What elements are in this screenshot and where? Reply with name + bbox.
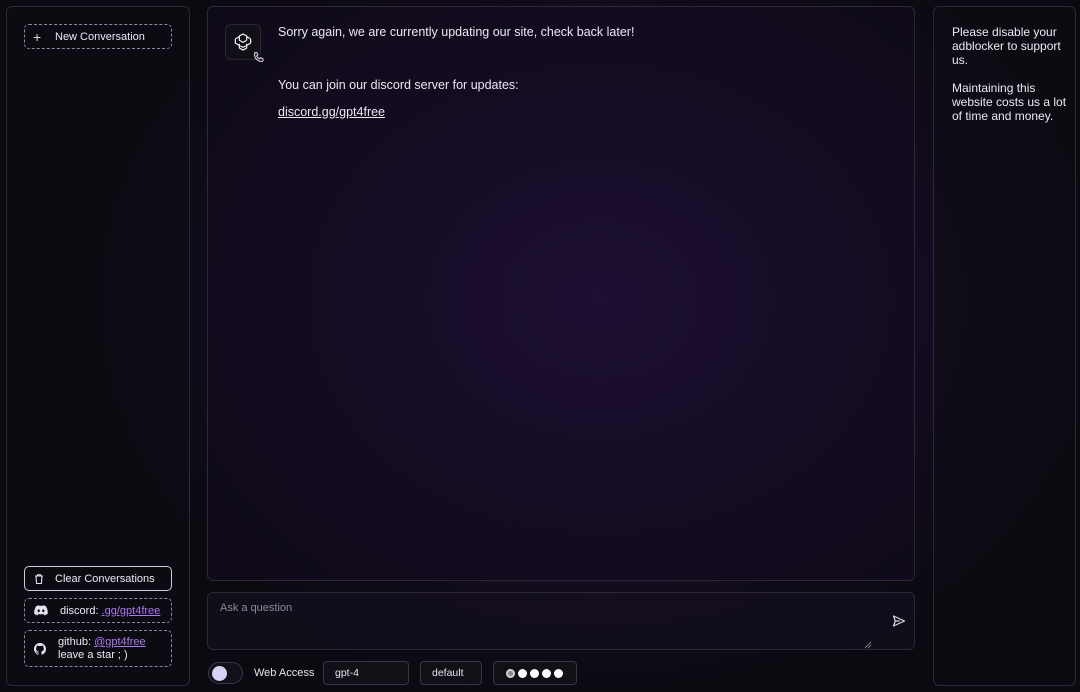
sidebar: + New Conversation Clear Conversations d… [6,6,190,686]
message-input-container [207,592,915,650]
clear-conversations-button[interactable]: Clear Conversations [24,566,172,591]
send-icon[interactable] [892,614,906,628]
message-input[interactable] [208,593,914,649]
github-note: leave a star ; ) [58,648,128,661]
discord-info: discord: .gg/gpt4free [24,598,172,623]
discord-server-link[interactable]: discord.gg/gpt4free [278,105,385,119]
new-conversation-button[interactable]: + New Conversation [24,24,172,49]
web-access-label: Web Access [254,667,315,679]
rating-dot[interactable] [554,668,563,678]
rating-selector [493,661,577,685]
openai-logo-icon [234,33,252,51]
ad-panel: Please disable your adblocker to support… [933,6,1076,686]
rating-dot[interactable] [530,668,539,678]
model-select[interactable]: gpt-4 [323,661,409,685]
phone-icon [253,51,264,63]
support-notice: Maintaining this website costs us a lot … [952,81,1067,123]
github-link[interactable]: @gpt4free [94,636,146,648]
new-conversation-label: New Conversation [55,30,145,43]
adblock-notice: Please disable your adblocker to support… [952,25,1061,67]
discord-icon [34,605,48,616]
rating-dot[interactable] [506,668,515,678]
plus-icon: + [33,28,42,45]
github-prefix: github: [58,636,95,648]
github-info: github: @gpt4free leave a star ; ) [24,630,172,667]
ad-message: Please disable your adblocker to support… [952,25,1070,123]
resize-handle-icon[interactable] [864,641,872,649]
web-access-toggle[interactable] [208,662,243,684]
assistant-message-line: Sorry again, we are currently updating o… [278,25,635,39]
discord-text: discord: .gg/gpt4free [60,605,160,617]
assistant-message-line: You can join our discord server for upda… [278,78,519,92]
github-icon [34,642,46,655]
discord-prefix: discord: [60,604,102,617]
clear-conversations-label: Clear Conversations [55,572,155,585]
trash-icon [35,573,43,584]
jailbreak-select[interactable]: default [420,661,482,685]
github-text: github: @gpt4free leave a star ; ) [58,636,146,661]
chat-messages: Sorry again, we are currently updating o… [207,6,915,581]
rating-dot[interactable] [542,668,551,678]
rating-dot[interactable] [518,668,527,678]
toggle-knob [212,666,227,681]
discord-link[interactable]: .gg/gpt4free [102,605,161,617]
